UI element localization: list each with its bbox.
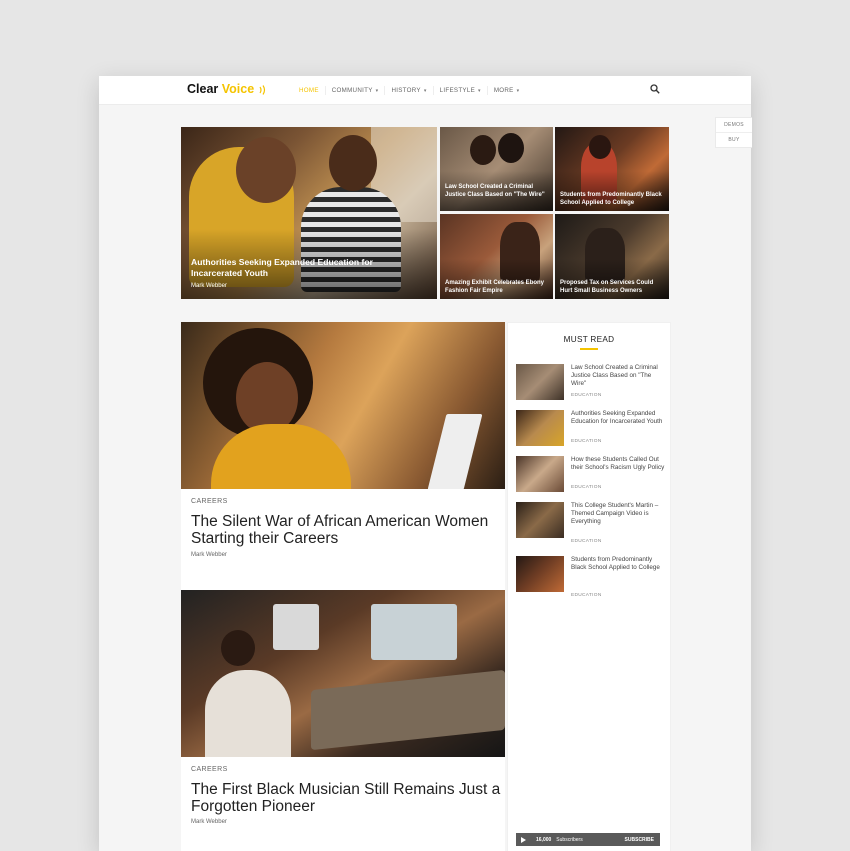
subscriber-count: 16,000 — [536, 836, 552, 843]
must-read-item[interactable]: Law School Created a Criminal Justice Cl… — [516, 364, 666, 404]
main-nav: HOME COMMUNITY ▾ HISTORY ▾ LIFESTYLE ▾ M… — [299, 86, 525, 95]
nav-more-label: MORE — [493, 87, 514, 94]
must-read-item[interactable]: Students from Predominantly Black School… — [516, 556, 666, 598]
play-icon[interactable] — [521, 836, 526, 843]
image-laptop — [427, 414, 483, 489]
nav-community[interactable]: COMMUNITY ▾ — [324, 86, 385, 95]
must-read-thumbnail[interactable] — [516, 556, 564, 592]
hero-small-article[interactable]: Proposed Tax on Services Could Hurt Smal… — [555, 214, 669, 299]
thumb-figure — [470, 135, 496, 165]
hero-small-title[interactable]: Amazing Exhibit Celebrates Ebony Fashion… — [445, 279, 549, 295]
nav-history-label: HISTORY — [391, 87, 421, 94]
nav-home[interactable]: HOME — [299, 86, 325, 95]
must-read-sidebar: MUST READ Law School Created a Criminal … — [507, 322, 671, 851]
chevron-down-icon: ▾ — [516, 87, 520, 94]
demos-tab[interactable]: DEMOS — [716, 118, 752, 132]
sound-wave-icon — [259, 85, 265, 95]
featured-author[interactable]: Mark Webber — [191, 819, 227, 825]
featured-author[interactable]: Mark Webber — [191, 552, 227, 558]
featured-category[interactable]: CAREERS — [191, 766, 228, 773]
hero-main-title[interactable]: Authorities Seeking Expanded Education f… — [191, 257, 391, 279]
hero-main-image-head — [329, 135, 377, 191]
subscribe-button[interactable]: SUBSCRIBE — [625, 837, 654, 843]
featured-title[interactable]: The Silent War of African American Women… — [191, 513, 501, 547]
subscriber-label: Subscribers — [556, 836, 583, 843]
title-underline — [580, 348, 598, 350]
hero-small-article[interactable]: Amazing Exhibit Celebrates Ebony Fashion… — [440, 214, 553, 299]
must-read-item-title[interactable]: Authorities Seeking Expanded Education f… — [571, 410, 665, 426]
hero-small-title[interactable]: Proposed Tax on Services Could Hurt Smal… — [560, 279, 664, 295]
must-read-item-category[interactable]: EDUCATION — [571, 593, 602, 598]
must-read-item-title[interactable]: How these Students Called Out their Scho… — [571, 456, 665, 472]
chevron-down-icon: ▾ — [423, 87, 427, 94]
thumb-figure — [589, 135, 611, 159]
must-read-item[interactable]: Authorities Seeking Expanded Education f… — [516, 410, 666, 450]
nav-more[interactable]: MORE ▾ — [486, 86, 526, 95]
hero-small-article[interactable]: Students from Predominantly Black School… — [555, 127, 669, 211]
featured-article-image[interactable] — [181, 322, 505, 489]
logo-text-clear: Clear — [187, 82, 219, 96]
hero-small-title[interactable]: Law School Created a Criminal Justice Cl… — [445, 183, 549, 199]
logo-text-voice: Voice — [221, 82, 255, 96]
must-read-thumbnail[interactable] — [516, 502, 564, 538]
site-logo[interactable]: Clear Voice — [187, 82, 268, 96]
hero-main-article[interactable]: Authorities Seeking Expanded Education f… — [181, 127, 437, 299]
hero-main-author[interactable]: Mark Webber — [191, 283, 227, 289]
buy-tab[interactable]: BUY — [716, 132, 752, 147]
thumb-figure — [498, 133, 524, 163]
nav-lifestyle-label: LIFESTYLE — [439, 87, 476, 94]
featured-list: CAREERS The Silent War of African Americ… — [181, 322, 505, 851]
must-read-item-category[interactable]: EDUCATION — [571, 485, 602, 490]
side-tabs: DEMOS BUY — [715, 117, 752, 148]
chevron-down-icon: ▾ — [375, 87, 379, 94]
hero-main-image-head — [236, 137, 296, 203]
must-read-item-title[interactable]: This College Student's Martin – Themed C… — [571, 502, 665, 527]
hero-small-article[interactable]: Law School Created a Criminal Justice Cl… — [440, 127, 553, 211]
must-read-title: MUST READ — [563, 335, 615, 344]
featured-article-image[interactable] — [181, 590, 505, 757]
image-figure — [221, 630, 255, 666]
must-read-item-title[interactable]: Students from Predominantly Black School… — [571, 556, 665, 572]
site-header: Clear Voice HOME COMMUNITY ▾ HISTORY ▾ L… — [99, 76, 751, 105]
must-read-item[interactable]: This College Student's Martin – Themed C… — [516, 502, 666, 544]
must-read-thumbnail[interactable] — [516, 410, 564, 446]
search-icon[interactable] — [650, 84, 660, 94]
image-mixing-console — [311, 669, 505, 751]
featured-category[interactable]: CAREERS — [191, 498, 228, 505]
must-read-item-title[interactable]: Law School Created a Criminal Justice Cl… — [571, 364, 665, 389]
nav-history[interactable]: HISTORY ▾ — [384, 86, 432, 95]
must-read-item-category[interactable]: EDUCATION — [571, 439, 602, 444]
image-figure — [211, 424, 351, 489]
chevron-down-icon: ▾ — [478, 87, 481, 94]
must-read-item-category[interactable]: EDUCATION — [571, 393, 602, 398]
must-read-thumbnail[interactable] — [516, 364, 564, 400]
nav-home-label: HOME — [299, 87, 319, 94]
featured-title[interactable]: The First Black Musician Still Remains J… — [191, 781, 501, 815]
image-monitor — [273, 604, 319, 650]
site-page: Clear Voice HOME COMMUNITY ▾ HISTORY ▾ L… — [99, 76, 751, 851]
must-read-thumbnail[interactable] — [516, 456, 564, 492]
image-monitor — [371, 604, 457, 660]
nav-community-label: COMMUNITY — [331, 87, 373, 94]
must-read-item-category[interactable]: EDUCATION — [571, 539, 602, 544]
must-read-item[interactable]: How these Students Called Out their Scho… — [516, 456, 666, 496]
nav-lifestyle[interactable]: LIFESTYLE ▾ — [432, 86, 487, 95]
subscribe-bar: 16,000 Subscribers SUBSCRIBE — [516, 833, 660, 846]
hero-small-title[interactable]: Students from Predominantly Black School… — [560, 191, 664, 207]
image-figure — [205, 670, 291, 757]
